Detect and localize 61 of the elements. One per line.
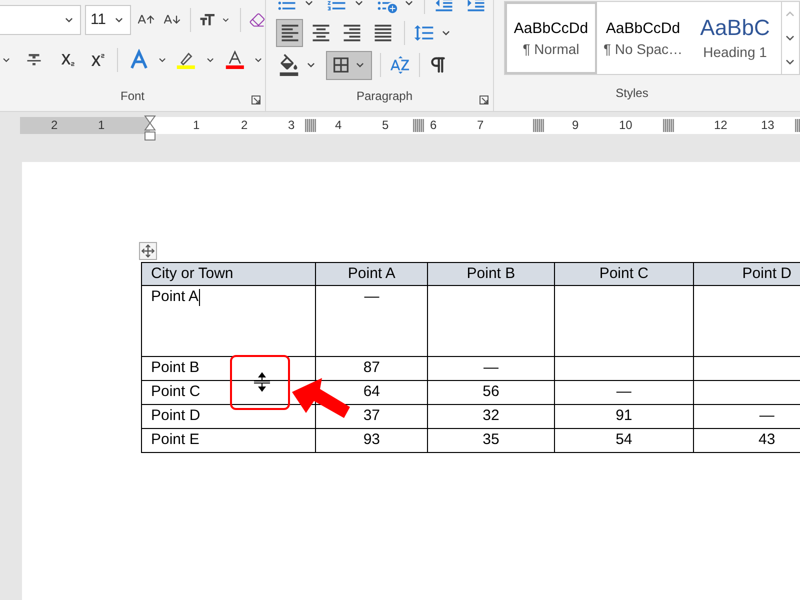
table-move-handle-icon[interactable] [139, 242, 157, 260]
font-color-icon[interactable] [224, 49, 244, 71]
column-header: Point C [554, 262, 694, 286]
ruler-number: 5 [382, 117, 389, 134]
font-size-field[interactable]: 11 [85, 5, 132, 35]
ruler-number: 10 [619, 117, 632, 134]
column-marker[interactable] [413, 119, 424, 132]
style-item[interactable]: AaBbCcDd ¶ No Spac… [597, 2, 689, 74]
column-marker[interactable] [305, 119, 316, 132]
ruler-number: 1 [98, 117, 105, 134]
style-preview: AaBbCcDd [514, 20, 588, 36]
table-cell: Point A [142, 286, 316, 356]
sort-icon[interactable] [389, 54, 411, 76]
table-cell: — [427, 356, 555, 380]
column-header: City or Town [142, 262, 316, 286]
ruler-number: 6 [430, 117, 437, 134]
style-name: Heading 1 [703, 45, 767, 59]
group-label: Font [120, 88, 144, 104]
dialog-launcher-icon[interactable] [251, 95, 261, 105]
column-marker[interactable] [533, 119, 544, 132]
style-preview: AaBbCcDd [606, 20, 680, 36]
ruler-number: 3 [288, 117, 295, 134]
style-item[interactable]: AaBbCcDd ¶ Normal [505, 2, 597, 74]
borders-icon [331, 55, 351, 75]
group-label: Styles [616, 85, 648, 102]
column-header: Point A [316, 262, 428, 286]
table-cell: 93 [316, 428, 428, 452]
table-cell: 54 [554, 428, 694, 452]
column-marker[interactable] [663, 119, 674, 132]
style-name: ¶ Normal [522, 42, 580, 56]
table-cell: — [554, 380, 694, 404]
ruler-number: 2 [51, 117, 58, 134]
table-cell: 87 [316, 356, 428, 380]
style-preview: AaBbC [700, 17, 770, 39]
ruler-number: 7 [477, 117, 484, 134]
text-effects-icon[interactable] [130, 49, 148, 71]
ruler-number: 9 [572, 117, 579, 134]
table-cell: 56 [427, 380, 555, 404]
ruler-number: 12 [714, 117, 728, 134]
table-cell: 35 [427, 428, 555, 452]
row-resize-cursor-icon [252, 372, 272, 392]
dialog-launcher-icon[interactable] [479, 95, 489, 105]
table-cell: Point E [142, 428, 316, 452]
shading-icon[interactable] [278, 54, 300, 76]
indent-marker[interactable] [144, 115, 156, 141]
column-header: Point D [693, 262, 800, 286]
table-cell: — [316, 286, 428, 356]
group-label: Paragraph [356, 88, 413, 105]
borders-button[interactable] [326, 50, 372, 80]
align-left-button[interactable] [276, 19, 303, 47]
style-name: ¶ No Spac… [603, 42, 683, 56]
ruler-number: 4 [335, 117, 342, 134]
ruler-number: 1 [193, 117, 200, 134]
pilcrow-icon[interactable] [428, 55, 448, 75]
ruler-number: 13 [761, 117, 774, 134]
column-header: Point B [427, 262, 555, 286]
table-cell: 32 [427, 404, 555, 428]
table-cell: 91 [554, 404, 694, 428]
ruler-number: 2 [241, 117, 248, 134]
style-item[interactable]: AaBbC Heading 1 [689, 2, 781, 74]
font-name-field[interactable] [0, 5, 82, 35]
